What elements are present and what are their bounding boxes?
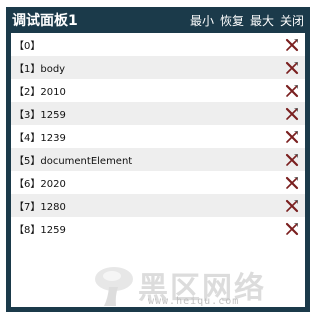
debug-entry-row: 【7】1280 <box>11 194 305 217</box>
debug-entry-row: 【2】2010 <box>11 79 305 102</box>
delete-x-icon[interactable] <box>285 130 299 144</box>
debug-panel-title: 调试面板1 <box>12 13 78 29</box>
delete-x-icon[interactable] <box>285 222 299 236</box>
debug-entry-list: 【0】【1】body 【2】2010 【3】1259 【4】1239 【5】docume… <box>11 33 305 240</box>
debug-entry-row: 【0】 <box>11 33 305 56</box>
mushroom-logo-icon <box>95 267 133 306</box>
debug-entry-row: 【6】2020 <box>11 171 305 194</box>
debug-entry-label: 【8】1259 <box>14 225 66 236</box>
delete-x-icon[interactable] <box>285 176 299 190</box>
debug-entry-label: 【7】1280 <box>14 202 66 213</box>
debug-entry-row: 【3】1259 <box>11 102 305 125</box>
debug-entry-label: 【2】2010 <box>14 87 66 98</box>
delete-x-icon[interactable] <box>285 61 299 75</box>
debug-window-stage: 调试面板1 最小 恢复 最大 关闭 【0】【1】body 【2】2010 【3】12… <box>0 0 323 326</box>
watermark-url-text: www.heiqu.com <box>148 296 240 307</box>
delete-x-icon[interactable] <box>285 84 299 98</box>
debug-entry-row: 【8】1259 <box>11 217 305 240</box>
maximize-button[interactable]: 最大 <box>250 12 274 29</box>
debug-panel-titlebar[interactable]: 调试面板1 最小 恢复 最大 关闭 <box>6 7 310 33</box>
debug-entry-label: 【0】 <box>14 41 41 52</box>
debug-entry-label: 【4】1239 <box>14 133 66 144</box>
delete-x-icon[interactable] <box>285 199 299 213</box>
debug-entry-row: 【4】1239 <box>11 125 305 148</box>
debug-entry-label: 【3】1259 <box>14 110 66 121</box>
site-watermark: 黑区网络 www.heiqu.com <box>90 258 315 313</box>
debug-entry-row: 【1】body <box>11 56 305 79</box>
delete-x-icon[interactable] <box>285 38 299 52</box>
close-button[interactable]: 关闭 <box>280 12 304 29</box>
debug-entry-label: 【5】documentElement <box>14 156 133 167</box>
delete-x-icon[interactable] <box>285 153 299 167</box>
debug-entry-label: 【1】body <box>14 64 66 75</box>
minimize-button[interactable]: 最小 <box>190 12 214 29</box>
debug-entry-label: 【6】2020 <box>14 179 66 190</box>
window-controls: 最小 恢复 最大 关闭 <box>190 12 304 29</box>
debug-entry-row: 【5】documentElement <box>11 148 305 171</box>
delete-x-icon[interactable] <box>285 107 299 121</box>
restore-button[interactable]: 恢复 <box>220 12 244 29</box>
